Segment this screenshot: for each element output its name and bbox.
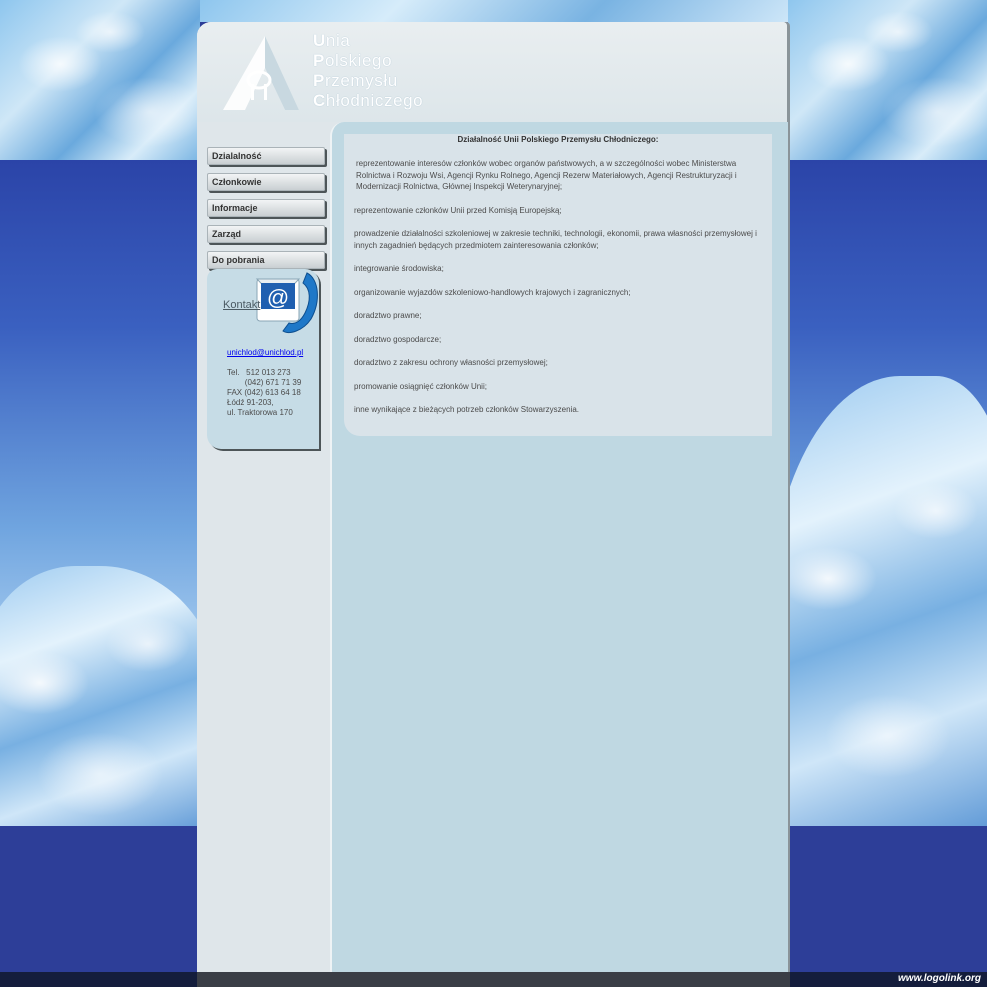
- list-item: integrowanie środowiska;: [354, 264, 444, 273]
- nav-item-informacje[interactable]: Informacje: [207, 199, 325, 217]
- contact-link[interactable]: Kontakt: [223, 299, 260, 311]
- list-item: doradztwo z zakresu ochrony własności pr…: [354, 358, 548, 367]
- nav-item-dzialalnosc[interactable]: Dzialalność: [207, 147, 325, 165]
- main-container: Unia Polskiego Przemysłu Chłodniczego Dz…: [197, 22, 790, 972]
- footer-bar: www.logolink.org: [0, 972, 987, 987]
- content-area: Działalność Unii Polskiego Przemysłu Chł…: [330, 122, 788, 972]
- nav-item-do-pobrania[interactable]: Do pobrania: [207, 251, 325, 269]
- upp-logo-icon: [223, 36, 299, 110]
- ice-image-top-left: [0, 0, 200, 160]
- list-item: doradztwo prawne;: [354, 311, 422, 320]
- contact-panel: @ Kontakt unichlod@unichlod.pl Tel. 512 …: [207, 269, 319, 449]
- logo-line: Przemysłu: [313, 71, 398, 90]
- background-left: [0, 0, 200, 987]
- background-right: [788, 0, 987, 987]
- list-item: prowadzenie działalności szkoleniowej w …: [354, 229, 757, 250]
- contact-email-link[interactable]: unichlod@unichlod.pl: [227, 348, 303, 357]
- list-item: promowanie osiągnięć członków Unii;: [354, 381, 487, 391]
- logo-line: Polskiego: [313, 51, 393, 70]
- nav-item-zarzad[interactable]: Zarząd: [207, 225, 325, 243]
- list-item: reprezentowanie interesów członków wobec…: [356, 159, 737, 191]
- contact-details: Tel. 512 013 273 (042) 671 71 39 FAX (04…: [227, 368, 301, 418]
- logo-line: Unia: [313, 31, 351, 50]
- header: Unia Polskiego Przemysłu Chłodniczego: [197, 22, 787, 122]
- activities-list: reprezentowanie interesów członków wobec…: [354, 158, 764, 428]
- sidebar-nav: Dzialalność Członkowie Informacje Zarząd…: [207, 147, 325, 277]
- list-item: reprezentowanie członków Unii przed Komi…: [354, 205, 562, 215]
- logo-line: Chłodniczego: [313, 91, 424, 110]
- ice-image-left: [0, 160, 200, 826]
- list-item: inne wynikające z bieżących potrzeb czło…: [354, 405, 579, 414]
- email-phone-icon: @: [255, 272, 318, 333]
- ice-image-right: [788, 160, 987, 826]
- svg-text:@: @: [267, 285, 289, 310]
- ice-image-top-right: [788, 0, 987, 160]
- content-title: Działalność Unii Polskiego Przemysłu Chł…: [457, 135, 659, 144]
- footer-credit-link[interactable]: www.logolink.org: [898, 973, 981, 984]
- contact-line: Łódź 91-203,: [227, 398, 274, 407]
- contact-line: FAX (042) 613 64 18: [227, 388, 301, 397]
- list-item: doradztwo gospodarcze;: [354, 334, 442, 344]
- list-item: organizowanie wyjazdów szkoleniowo-handl…: [354, 287, 631, 297]
- contact-line: ul. Traktorowa 170: [227, 408, 293, 417]
- contact-line: Tel. 512 013 273: [227, 368, 291, 377]
- nav-item-czlonkowie[interactable]: Członkowie: [207, 173, 325, 191]
- contact-line: (042) 671 71 39: [227, 378, 302, 387]
- logo-wordmark[interactable]: Unia Polskiego Przemysłu Chłodniczego: [313, 31, 423, 111]
- ice-image-top: [200, 0, 788, 22]
- content-box: Działalność Unii Polskiego Przemysłu Chł…: [344, 134, 772, 436]
